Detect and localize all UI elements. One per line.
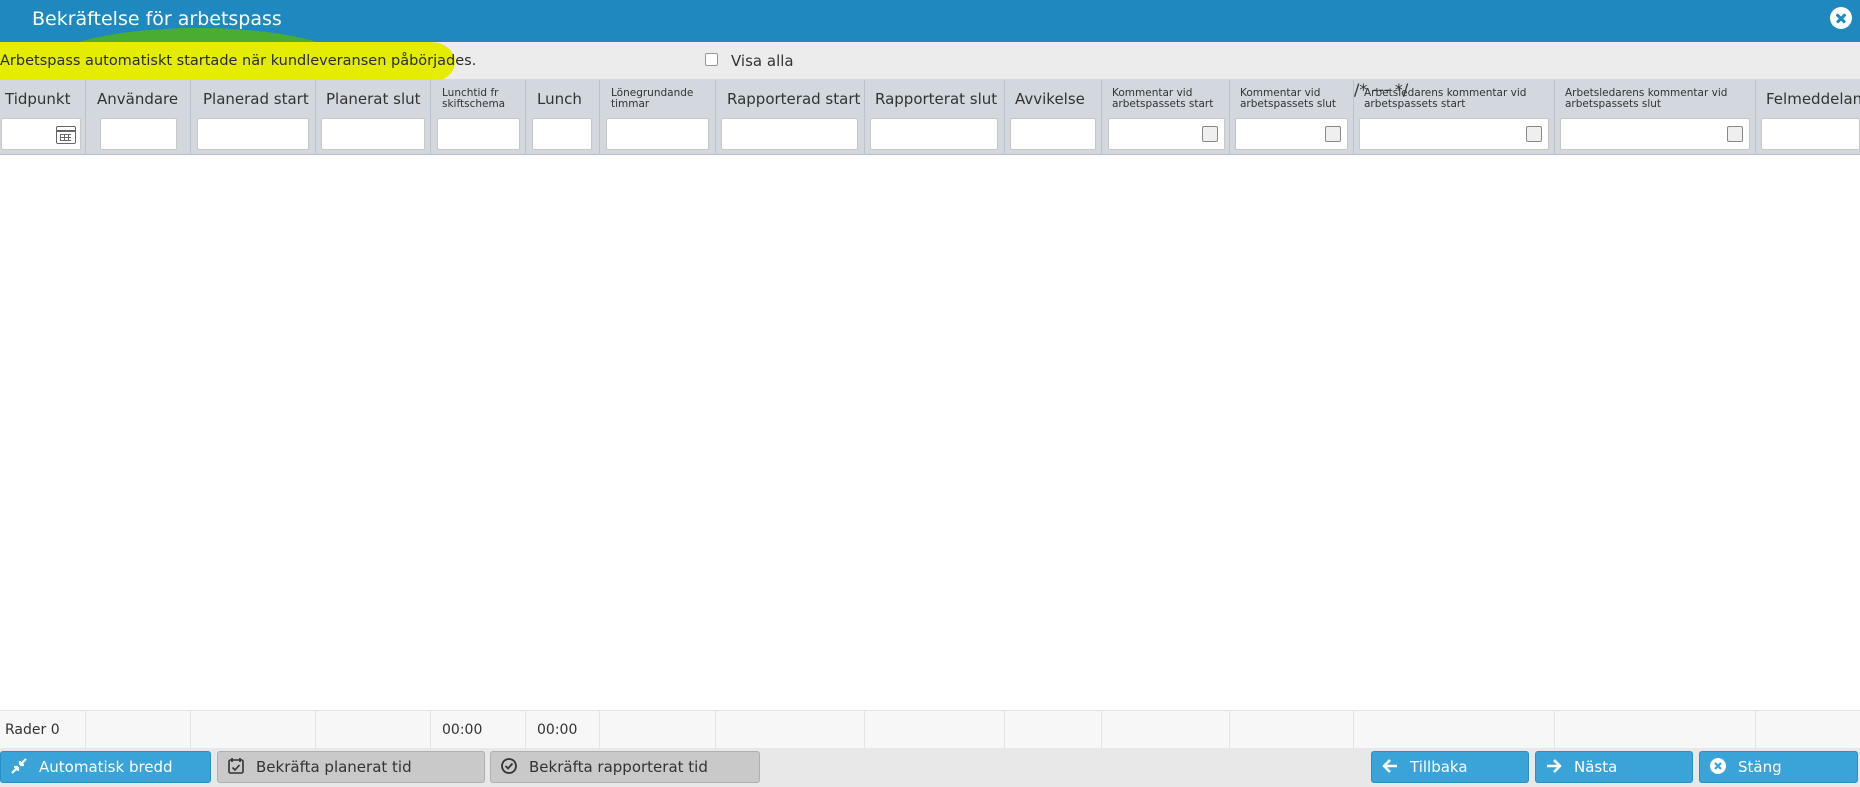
close-button[interactable]: Stäng <box>1699 751 1858 783</box>
next-button[interactable]: Nästa <box>1535 751 1693 783</box>
column-rapporterat-slut[interactable]: Rapporterat slut <box>865 80 1005 155</box>
lonegrundande-filter-input[interactable] <box>606 118 709 150</box>
summary-cell <box>1354 711 1555 749</box>
column-header-label: Lunchtid fr skiftschema <box>442 87 506 110</box>
avvikelse-filter-input[interactable] <box>1010 118 1096 150</box>
check-circle-icon <box>499 757 519 777</box>
summary-cell <box>191 711 316 749</box>
column-header-label: Tidpunkt <box>5 90 71 108</box>
lunchtid-total: 00:00 <box>442 722 483 738</box>
arbetsledare-slut-filter[interactable] <box>1560 118 1750 150</box>
column-header-label: Felmeddeland <box>1766 90 1860 108</box>
column-header-label: Kommentar vid arbetspassets start <box>1112 87 1214 110</box>
row-count: Rader 0 <box>5 722 60 738</box>
column-header-label: Rapporterad start <box>727 90 861 108</box>
column-felmeddelande[interactable]: Felmeddeland <box>1756 80 1860 155</box>
summary-cell <box>1555 711 1756 749</box>
auto-width-label: Automatisk bredd <box>39 758 173 776</box>
column-header-label: Användare <box>97 90 179 108</box>
dialog-title: Bekräftelse för arbetspass <box>32 8 282 30</box>
column-header-label: Lönegrundande timmar <box>611 87 694 110</box>
kommentar-slut-filter[interactable] <box>1235 118 1348 150</box>
confirm-reported-label: Bekräfta rapporterat tid <box>529 758 708 776</box>
tidpunkt-filter-input[interactable] <box>1 118 81 150</box>
column-header-label: Planerad start <box>203 90 309 108</box>
column-lonegrundande[interactable]: Lönegrundande timmar <box>600 80 716 155</box>
rapporterad-start-filter-input[interactable] <box>721 118 858 150</box>
auto-width-button[interactable]: Automatisk bredd <box>0 751 211 783</box>
info-message: Arbetspass automatiskt startade när kund… <box>0 53 477 69</box>
summary-cell <box>86 711 191 749</box>
summary-cell <box>316 711 431 749</box>
column-anvandare[interactable]: Användare <box>86 80 191 155</box>
confirm-planned-label: Bekräfta planerat tid <box>256 758 412 776</box>
anvandare-filter-input[interactable] <box>100 118 177 150</box>
column-arbetsledare-slut[interactable]: Arbetsledarens kommentar vid arbetspasse… <box>1555 80 1756 155</box>
compress-icon <box>9 757 29 777</box>
close-icon[interactable] <box>1830 7 1852 29</box>
summary-cell <box>1102 711 1230 749</box>
visa-alla-label: Visa alla <box>731 52 794 70</box>
calendar-check-icon <box>226 757 246 777</box>
back-button[interactable]: Tillbaka <box>1371 751 1529 783</box>
column-lunchtid[interactable]: Lunchtid fr skiftschema <box>431 80 526 155</box>
column-avvikelse[interactable]: Avvikelse <box>1005 80 1102 155</box>
column-planerad-start[interactable]: Planerad start <box>191 80 316 155</box>
lunchtid-filter-input[interactable] <box>437 118 520 150</box>
summary-cell <box>865 711 1005 749</box>
lunch-filter-input[interactable] <box>532 118 592 150</box>
column-header-label: Avvikelse <box>1015 90 1085 108</box>
filter-checkbox[interactable] <box>1526 126 1542 142</box>
summary-cell: Rader 0 <box>0 711 86 749</box>
kommentar-start-filter[interactable] <box>1108 118 1225 150</box>
planerat-slut-filter-input[interactable] <box>321 118 425 150</box>
visa-alla-checkbox[interactable] <box>705 52 718 66</box>
confirm-planned-button[interactable]: Bekräfta planerat tid <box>217 751 485 783</box>
column-planerat-slut[interactable]: Planerat slut <box>316 80 431 155</box>
filter-checkbox[interactable] <box>1325 126 1341 142</box>
planerad-start-filter-input[interactable] <box>197 118 309 150</box>
grid-summary-row: Rader 0 00:00 00:00 <box>0 710 1860 749</box>
next-label: Nästa <box>1574 758 1618 776</box>
filter-checkbox[interactable] <box>1202 126 1218 142</box>
lunch-total: 00:00 <box>537 722 578 738</box>
column-header-label: Lunch <box>537 90 582 108</box>
summary-cell <box>1005 711 1102 749</box>
summary-cell: 00:00 <box>431 711 526 749</box>
arrow-right-icon <box>1544 757 1564 777</box>
rapporterat-slut-filter-input[interactable] <box>870 118 998 150</box>
column-header-label: Planerat slut <box>326 90 421 108</box>
bottom-toolbar: Automatisk bredd Bekräfta planerat tid B… <box>0 748 1860 787</box>
summary-cell <box>716 711 865 749</box>
felmeddelande-filter-input[interactable] <box>1761 118 1860 150</box>
filter-checkbox[interactable] <box>1727 126 1743 142</box>
column-lunch[interactable]: Lunch <box>526 80 600 155</box>
summary-cell <box>600 711 716 749</box>
visa-alla-toggle[interactable]: Visa alla <box>705 52 794 70</box>
column-header-label: Rapporterat slut <box>875 90 998 108</box>
confirm-reported-button[interactable]: Bekräfta rapporterat tid <box>490 751 760 783</box>
close-circle-icon <box>1708 757 1728 777</box>
column-kommentar-start[interactable]: Kommentar vid arbetspassets start <box>1102 80 1230 155</box>
calendar-icon[interactable] <box>56 126 76 144</box>
grid-body <box>0 155 1860 710</box>
close-label: Stäng <box>1738 758 1782 776</box>
arbetsledare-start-filter[interactable] <box>1359 118 1549 150</box>
grid-header: Tidpunkt Användare Planerad start Planer… <box>0 80 1860 155</box>
column-rapporterad-start[interactable]: Rapporterad start <box>716 80 865 155</box>
column-arbetsledare-start[interactable]: /* --- */ Arbetsledarens kommentar vid a… <box>1354 80 1555 155</box>
back-label: Tillbaka <box>1410 758 1468 776</box>
column-kommentar-slut[interactable]: Kommentar vid arbetspassets slut <box>1230 80 1354 155</box>
column-header-label: Arbetsledarens kommentar vid arbetspasse… <box>1364 87 1527 110</box>
arrow-left-icon <box>1380 757 1400 777</box>
summary-cell <box>1230 711 1354 749</box>
column-tidpunkt[interactable]: Tidpunkt <box>0 80 86 155</box>
column-header-label: Arbetsledarens kommentar vid arbetspasse… <box>1565 87 1728 110</box>
summary-cell: 00:00 <box>526 711 600 749</box>
column-header-label: Kommentar vid arbetspassets slut <box>1240 87 1337 110</box>
